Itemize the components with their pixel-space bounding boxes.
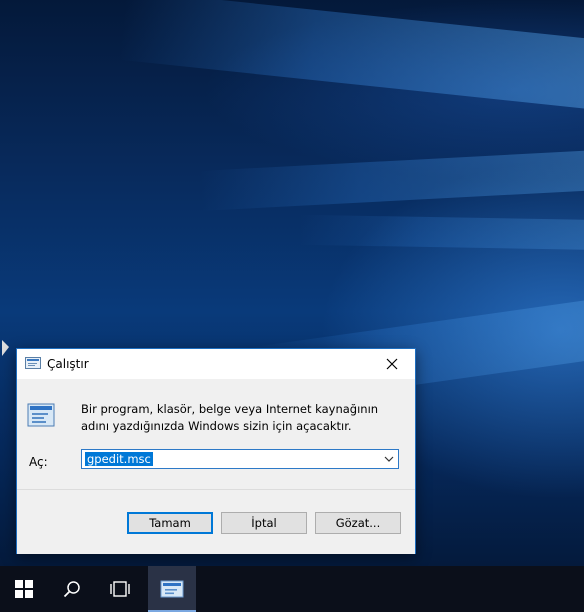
- command-input-value[interactable]: gpedit.msc: [85, 452, 153, 466]
- run-dialog: Çalıştır Bir program, klasör, belge veya…: [16, 348, 416, 554]
- search-button[interactable]: [48, 566, 96, 612]
- search-icon: [63, 581, 80, 598]
- task-view-button[interactable]: [96, 566, 144, 612]
- run-taskbar-item[interactable]: [148, 566, 196, 612]
- run-icon: [25, 357, 41, 369]
- dialog-content: Bir program, klasör, belge veya Internet…: [17, 379, 415, 489]
- dialog-footer: Tamam İptal Gözat...: [17, 489, 415, 554]
- command-input[interactable]: gpedit.msc: [81, 449, 399, 469]
- chevron-down-icon[interactable]: [384, 454, 394, 464]
- run-icon: [160, 580, 184, 598]
- browse-button[interactable]: Gözat...: [315, 512, 401, 534]
- close-icon: [386, 358, 398, 370]
- task-view-icon: [110, 581, 130, 597]
- close-button[interactable]: [369, 349, 415, 379]
- mouse-cursor-icon: [2, 340, 9, 356]
- taskbar: [0, 566, 584, 612]
- dialog-description: Bir program, klasör, belge veya Internet…: [81, 402, 379, 433]
- wallpaper-light-beam: [118, 0, 584, 110]
- cancel-button[interactable]: İptal: [221, 512, 307, 534]
- start-button[interactable]: [0, 566, 48, 612]
- ok-button[interactable]: Tamam: [127, 512, 213, 534]
- windows-logo-icon: [15, 580, 33, 598]
- wallpaper-light-beam: [299, 214, 584, 250]
- dialog-title: Çalıştır: [47, 357, 89, 371]
- dialog-titlebar[interactable]: Çalıştır: [17, 349, 415, 379]
- wallpaper-light-beam: [199, 150, 584, 211]
- run-icon: [27, 403, 55, 427]
- open-label: Aç:: [29, 455, 48, 469]
